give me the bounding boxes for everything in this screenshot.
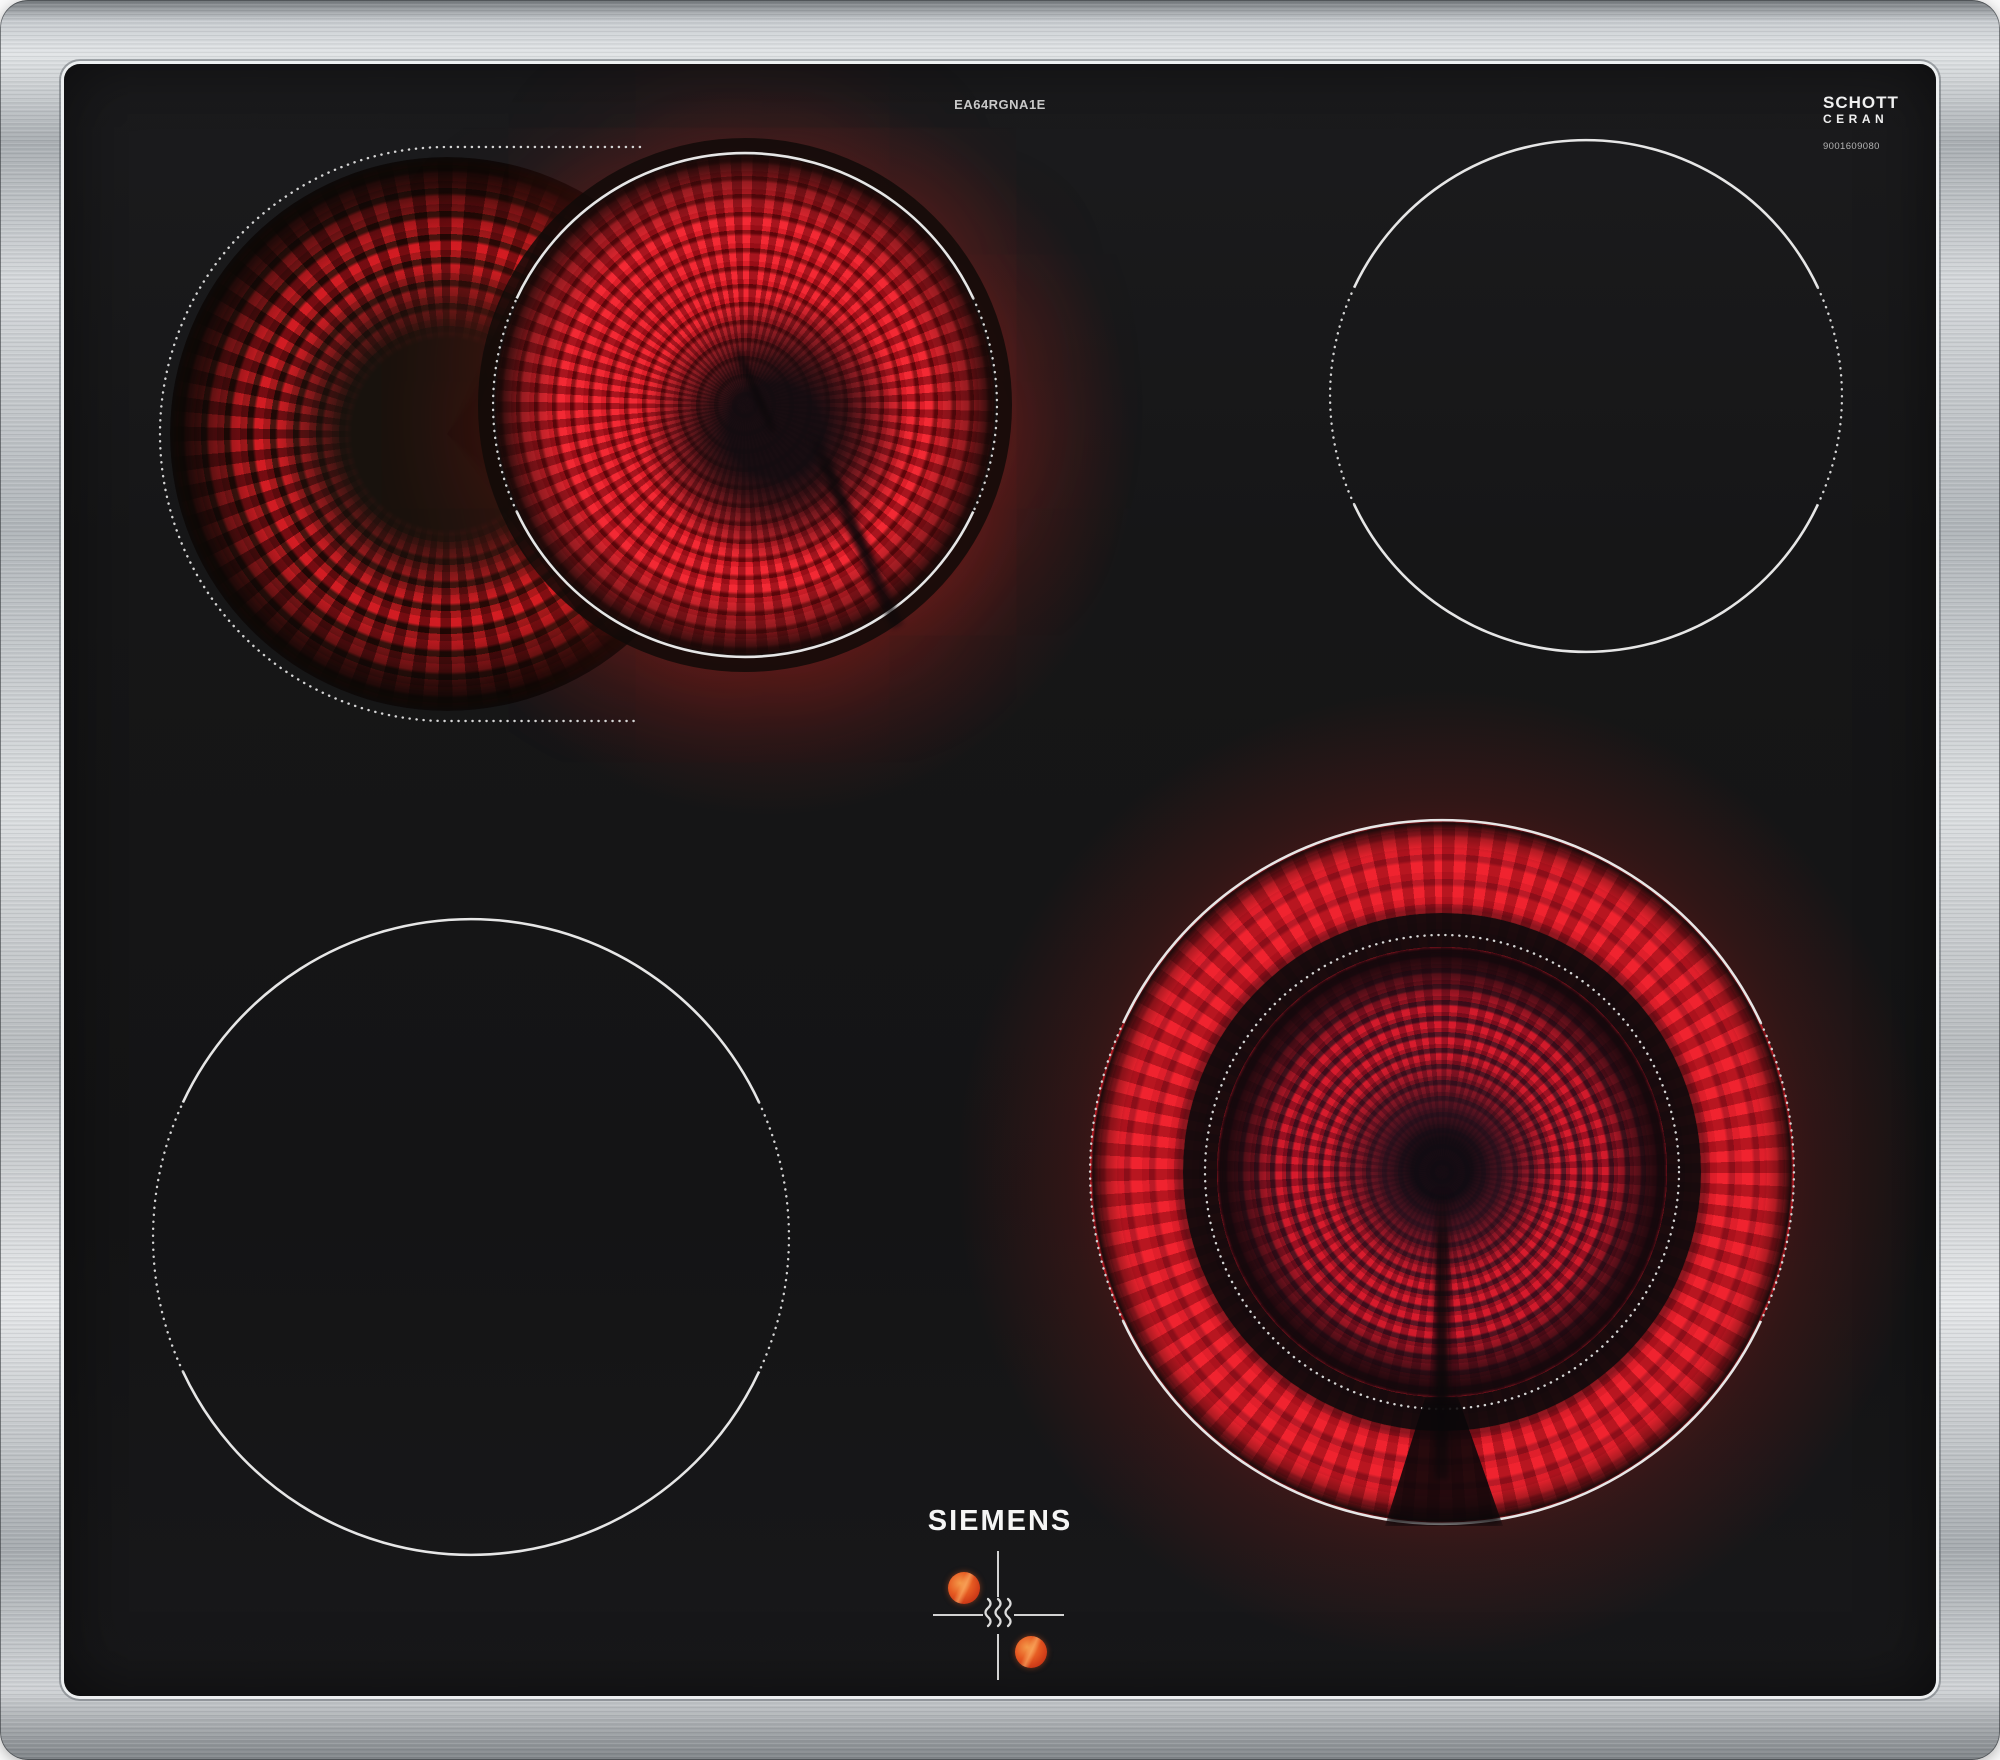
hob-glass-surface: EA64RGNA1E SCHOTT CERAN 9001609080 SIEME…: [64, 64, 1936, 1696]
siemens-logo: SIEMENS: [927, 1505, 1073, 1537]
hob-frame: EA64RGNA1E SCHOTT CERAN 9001609080 SIEME…: [0, 0, 2000, 1760]
front-left-outline-dotted: [151, 1101, 791, 1373]
indicator-cross-line-left: [933, 1614, 983, 1616]
heat-waves-icon: [984, 1597, 1012, 1628]
front-left-outline-solid: [181, 917, 761, 1557]
model-code-label: EA64RGNA1E: [954, 97, 1046, 112]
residual-heat-dot-rear-left: [948, 1572, 980, 1604]
rear-right-outline-dotted: [1328, 286, 1844, 506]
rear-right-outline-solid: [1352, 138, 1820, 654]
residual-heat-dot-front-right: [1015, 1636, 1047, 1668]
indicator-cross-line-bottom: [997, 1634, 999, 1680]
schott-logo-text: SCHOTT: [1823, 93, 1899, 112]
indicator-cross-line-top: [997, 1551, 999, 1597]
rear-left-main-element: [493, 153, 997, 657]
ceran-logo-text: CERAN: [1823, 112, 1889, 126]
indicator-cross-line-right: [1014, 1614, 1064, 1616]
schott-ceran-logo: SCHOTT CERAN 9001609080: [1823, 94, 1899, 152]
schott-print-number: 9001609080: [1823, 141, 1880, 152]
